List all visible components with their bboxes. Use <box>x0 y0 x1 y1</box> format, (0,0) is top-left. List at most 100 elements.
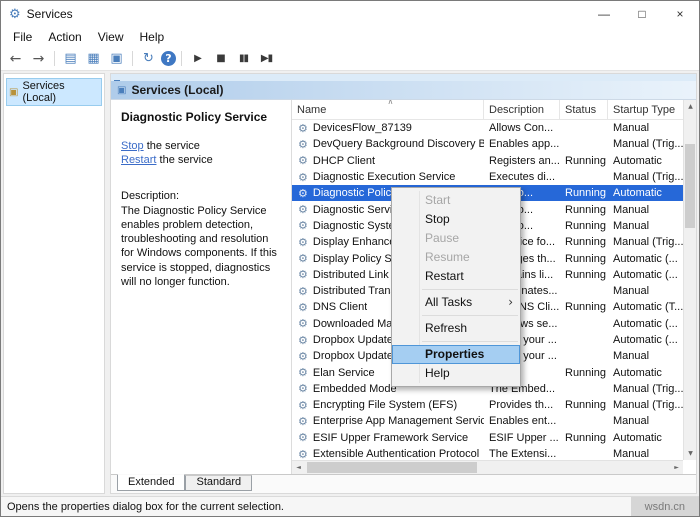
restart-service-line: Restart the service <box>121 154 283 168</box>
status-bar: Opens the properties dialog box for the … <box>1 496 699 516</box>
menu-file[interactable]: File <box>5 30 40 44</box>
service-startup-cell: Manual <box>613 350 650 363</box>
service-description-cell: Provides th... <box>489 399 554 412</box>
service-name-cell: ⚙ DevicesFlow_87139 <box>292 122 484 135</box>
service-row[interactable]: ⚙ Encrypting File System (EFS) Provides th… <box>292 397 683 413</box>
menu-item-label: Pause <box>425 231 460 245</box>
column-header-status[interactable]: Status <box>560 100 608 119</box>
service-name-cell: ⚙ DevQuery Background Discovery B... <box>292 138 484 151</box>
service-startup-cell: Automatic (... <box>613 252 678 265</box>
menu-item-resume[interactable]: Resume <box>392 248 520 267</box>
service-row[interactable]: ⚙ DHCP Client Registers an... Running Automa… <box>292 153 683 169</box>
service-description-cell: Allows Con... <box>489 122 554 135</box>
service-row[interactable]: ⚙ DevQuery Background Discovery B... Enabl… <box>292 136 683 152</box>
menu-action[interactable]: Action <box>40 30 89 44</box>
pause-icon[interactable]: ▮▮ <box>233 48 254 69</box>
menu-item-stop[interactable]: Stop <box>392 210 520 229</box>
service-startup-cell: Automatic (T... <box>613 301 683 314</box>
menu-item-label: Resume <box>425 250 470 264</box>
column-header-description[interactable]: Description <box>484 100 560 119</box>
menu-item-help[interactable]: Help <box>392 364 520 383</box>
service-description-text: The Diagnostic Policy Service enables pr… <box>121 204 277 288</box>
restart-icon[interactable]: ▶▮ <box>256 48 277 69</box>
service-row[interactable]: ⚙ Extensible Authentication Protocol The E… <box>292 446 683 460</box>
export-list-icon[interactable]: ▦ <box>83 48 104 69</box>
service-name: Distributed Link ... <box>312 268 401 281</box>
refresh-icon[interactable]: ↻ <box>138 48 159 69</box>
stop-service-link[interactable]: Stop <box>121 140 144 152</box>
service-gear-icon: ⚙ <box>298 170 308 184</box>
show-hide-console-tree-icon[interactable]: ▤ <box>60 48 81 69</box>
service-description-cell: Enables ent... <box>489 415 557 428</box>
service-row[interactable]: ⚙ DevicesFlow_87139 Allows Con... Manual <box>292 120 683 136</box>
main-area: ▣ Services (Local) ▣ Services (Local) Di… <box>1 71 699 496</box>
view-tabs: Extended Standard <box>111 474 696 493</box>
service-startup-cell: Automatic <box>613 366 662 379</box>
service-startup-cell: Manual <box>613 285 650 298</box>
menu-view[interactable]: View <box>90 30 132 44</box>
service-startup-cell: Automatic <box>613 431 662 444</box>
tab-standard[interactable]: Standard <box>185 475 253 491</box>
service-name: Dropbox Update... <box>312 350 403 363</box>
restart-service-link[interactable]: Restart <box>121 154 156 166</box>
menu-item-restart[interactable]: Restart <box>392 267 520 286</box>
scroll-left-icon[interactable]: ◄ <box>292 461 305 474</box>
vertical-scrollbar[interactable]: ▲ ▼ <box>683 100 696 460</box>
toolbar-separator <box>132 51 133 66</box>
tree-item-label: Services (Local) <box>22 80 65 104</box>
properties-icon[interactable]: ▣ <box>106 48 127 69</box>
scroll-up-icon[interactable]: ▲ <box>684 100 697 113</box>
service-startup-cell: Automatic (... <box>613 334 678 346</box>
snapin-header: ▣ Services (Local) <box>111 81 696 100</box>
service-name: Elan Service <box>312 366 375 379</box>
menu-help[interactable]: Help <box>132 30 173 44</box>
horizontal-scroll-thumb[interactable] <box>307 462 477 473</box>
service-gear-icon: ⚙ <box>298 186 308 200</box>
service-status-cell: Running <box>565 219 606 232</box>
menu-item-properties[interactable]: Properties <box>392 345 520 364</box>
close-button[interactable]: × <box>661 1 699 27</box>
scroll-down-icon[interactable]: ▼ <box>684 447 697 460</box>
scroll-right-icon[interactable]: ► <box>670 461 683 474</box>
menu-separator <box>422 315 518 316</box>
service-gear-icon: ⚙ <box>298 398 308 412</box>
service-gear-icon: ⚙ <box>298 300 308 314</box>
vertical-scroll-thumb[interactable] <box>685 144 695 228</box>
menu-item-start[interactable]: Start <box>392 191 520 210</box>
service-startup-cell: Manual (Trig... <box>613 236 683 249</box>
column-header-name-label: Name <box>297 104 327 116</box>
service-row[interactable]: ⚙ Enterprise App Management Service Enable… <box>292 413 683 429</box>
services-header-icon: ▣ <box>117 84 127 96</box>
column-header-name[interactable]: ∧ Name <box>292 100 484 119</box>
horizontal-scrollbar[interactable]: ◄ ► <box>292 460 683 474</box>
service-startup-cell: Manual <box>613 448 650 460</box>
tab-extended[interactable]: Extended <box>117 474 186 491</box>
service-startup-cell: Manual (Trig... <box>613 171 683 184</box>
tree-item-services-local[interactable]: ▣ Services (Local) <box>6 78 102 106</box>
column-header-startup-type[interactable]: Startup Type <box>608 100 683 119</box>
start-icon[interactable]: ▶ <box>187 48 208 69</box>
service-startup-cell: Automatic (... <box>613 317 678 330</box>
snapin-header-title: Services (Local) <box>131 83 224 97</box>
menu-item-all-tasks[interactable]: All Tasks › <box>392 293 520 312</box>
forward-icon[interactable]: → <box>28 48 49 69</box>
service-status-cell: Running <box>565 252 606 265</box>
service-gear-icon: ⚙ <box>298 333 308 347</box>
service-name-cell: ⚙ Enterprise App Management Service <box>292 415 484 428</box>
service-row[interactable]: ⚙ ESIF Upper Framework Service ESIF Upper … <box>292 430 683 446</box>
stop-icon[interactable]: ■ <box>210 48 231 69</box>
service-name-cell: ⚙ ESIF Upper Framework Service <box>292 431 484 444</box>
service-gear-icon: ⚙ <box>298 414 308 428</box>
help-icon[interactable]: ? <box>161 51 176 66</box>
service-status-cell: Running <box>565 268 606 281</box>
menu-item-refresh[interactable]: Refresh <box>392 319 520 338</box>
service-gear-icon: ⚙ <box>298 137 308 151</box>
maximize-button[interactable]: □ <box>623 1 661 27</box>
console-tree-panel: ▣ Services (Local) <box>3 73 105 494</box>
menu-item-pause[interactable]: Pause <box>392 229 520 248</box>
back-icon[interactable]: ← <box>5 48 26 69</box>
service-name: DNS Client <box>312 301 368 314</box>
minimize-button[interactable]: — <box>585 1 623 27</box>
service-row[interactable]: ⚙ Diagnostic Execution Service Executes di… <box>292 169 683 185</box>
service-status-cell: Running <box>565 399 606 412</box>
